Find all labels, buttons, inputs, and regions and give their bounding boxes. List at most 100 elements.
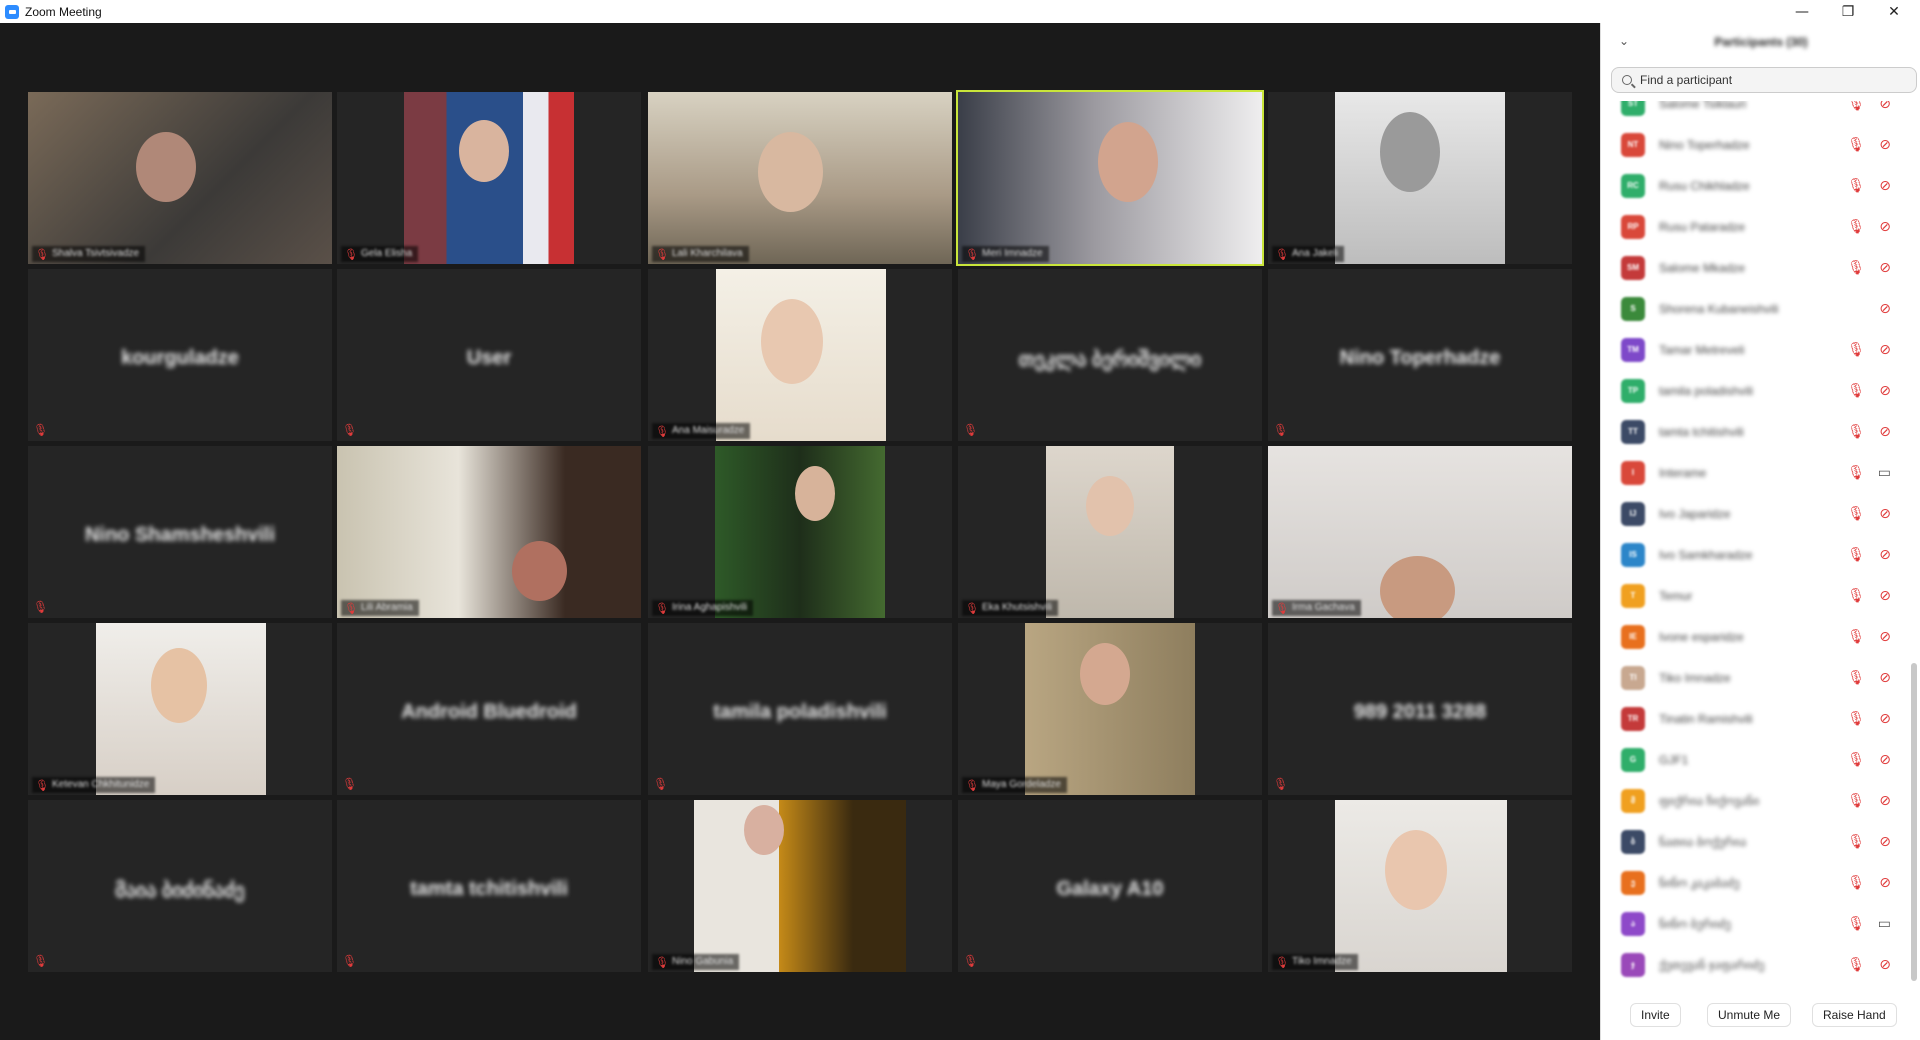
participant-row[interactable]: ბ ნათია ბოქერია 🎙 ⊘ [1601,821,1907,862]
video-tile[interactable]: Tiko Imnadze 🎙 [1268,800,1572,972]
camera-off-icon[interactable]: ⊘ [1879,670,1891,686]
camera-off-icon[interactable]: ⊘ [1879,178,1891,194]
video-tile[interactable]: Lali Kharchilava 🎙 [648,92,952,264]
invite-button[interactable]: Invite [1630,1003,1681,1027]
participant-row[interactable]: SM Salome Mkadze 🎙 ⊘ [1601,247,1907,288]
participant-row[interactable]: NT Nino Toperhadze 🎙 ⊘ [1601,124,1907,165]
camera-off-icon[interactable]: ⊘ [1879,547,1891,563]
video-tile[interactable]: Lili Abramia 🎙 [337,446,641,618]
maximize-button[interactable]: ❐ [1826,0,1870,23]
raise-hand-button[interactable]: Raise Hand [1812,1003,1897,1027]
participant-search[interactable] [1611,67,1917,93]
camera-off-icon[interactable]: ⊘ [1879,506,1891,522]
mic-muted-icon[interactable]: 🎙 [1847,506,1865,522]
camera-on-icon[interactable]: ▭ [1878,916,1891,932]
camera-off-icon[interactable]: ⊘ [1879,793,1891,809]
video-tile[interactable]: Nino Shamsheshvili 🎙 [28,446,332,618]
scrollbar[interactable] [1911,663,1917,981]
participant-row[interactable]: ე ნინო კაკაბაძე 🎙 ⊘ [1601,862,1907,903]
video-tile[interactable]: Eka Khutsishvili 🎙 [958,446,1262,618]
participant-row[interactable]: TI Tiko Imnadze 🎙 ⊘ [1601,657,1907,698]
video-tile[interactable]: Ketevan Chkhitunidze 🎙 [28,623,332,795]
mic-muted-icon[interactable]: 🎙 [1847,178,1865,194]
participant-row[interactable]: I Interame 🎙 ▭ [1601,452,1907,493]
camera-off-icon[interactable]: ⊘ [1879,219,1891,235]
video-tile[interactable]: Irma Gachava 🎙 [1268,446,1572,618]
participant-row[interactable]: ა ნინო ბერიძე 🎙 ▭ [1601,903,1907,944]
camera-off-icon[interactable]: ⊘ [1879,260,1891,276]
video-tile[interactable]: თეკლა ბერიშვილი 🎙 [958,269,1262,441]
camera-off-icon[interactable]: ⊘ [1879,342,1891,358]
video-tile[interactable]: Shalva Tsivtsivadze 🎙 [28,92,332,264]
participant-row[interactable]: IE Ivone esparidze 🎙 ⊘ [1601,616,1907,657]
mic-muted-icon[interactable]: 🎙 [1847,465,1865,481]
mic-muted-icon[interactable]: 🎙 [1847,547,1865,563]
video-tile[interactable]: tamila poladishvili 🎙 [648,623,952,795]
close-button[interactable]: ✕ [1872,0,1916,23]
camera-off-icon[interactable]: ⊘ [1879,957,1891,973]
participant-row[interactable]: TT tamta tchitishvili 🎙 ⊘ [1601,411,1907,452]
mic-muted-icon[interactable]: 🎙 [1847,670,1865,686]
camera-off-icon[interactable]: ⊘ [1879,383,1891,399]
mic-muted-icon[interactable]: 🎙 [1847,424,1865,440]
video-tile[interactable]: Nino Gabunia 🎙 [648,800,952,972]
search-input[interactable] [1640,73,1900,87]
participant-list-name: ნათია ბოქერია [1659,834,1747,849]
camera-on-icon[interactable]: ▭ [1878,465,1891,481]
video-tile[interactable]: kourguladze 🎙 [28,269,332,441]
mic-muted-icon[interactable]: 🎙 [1847,916,1865,932]
participant-row[interactable]: S Shorena Kubaneishvili ⊘ [1601,288,1907,329]
participant-row[interactable]: TR Tinatin Ramishvili 🎙 ⊘ [1601,698,1907,739]
camera-off-icon[interactable]: ⊘ [1879,137,1891,153]
camera-off-icon[interactable]: ⊘ [1879,424,1891,440]
participant-row[interactable]: ST Salome Tsiklauri 🎙 ⊘ [1601,101,1907,124]
mic-muted-icon[interactable]: 🎙 [1847,793,1865,809]
video-tile[interactable]: tamta tchitishvili 🎙 [337,800,641,972]
mic-muted-icon[interactable]: 🎙 [1847,260,1865,276]
video-tile[interactable]: Ana Jakeli 🎙 [1268,92,1572,264]
video-tile[interactable]: 989 2011 3288 🎙 [1268,623,1572,795]
minimize-button[interactable]: — [1780,0,1824,23]
camera-off-icon[interactable]: ⊘ [1879,588,1891,604]
participant-row[interactable]: მ ფიქრია ჩიქოვანი 🎙 ⊘ [1601,780,1907,821]
mic-muted-icon[interactable]: 🎙 [1847,752,1865,768]
mic-muted-icon[interactable]: 🎙 [1847,629,1865,645]
mic-muted-icon[interactable]: 🎙 [1847,875,1865,891]
video-tile[interactable]: Maya Gordeladze 🎙 [958,623,1262,795]
participant-row[interactable]: TM Tamar Metreveli 🎙 ⊘ [1601,329,1907,370]
unmute-me-button[interactable]: Unmute Me [1707,1003,1792,1027]
video-tile[interactable]: მაია ბიძინაძე 🎙 [28,800,332,972]
camera-off-icon[interactable]: ⊘ [1879,752,1891,768]
participant-row[interactable]: G GJF1 🎙 ⊘ [1601,739,1907,780]
mic-muted-icon[interactable]: 🎙 [1847,383,1865,399]
participant-row[interactable]: T Temur 🎙 ⊘ [1601,575,1907,616]
mic-muted-icon[interactable]: 🎙 [1847,834,1865,850]
participant-row[interactable]: IJ Ivo Japaridze 🎙 ⊘ [1601,493,1907,534]
mic-muted-icon[interactable]: 🎙 [1847,137,1865,153]
camera-off-icon[interactable]: ⊘ [1879,101,1891,112]
camera-off-icon[interactable]: ⊘ [1879,711,1891,727]
mic-muted-icon[interactable]: 🎙 [1847,219,1865,235]
camera-off-icon[interactable]: ⊘ [1879,834,1891,850]
video-tile[interactable]: Galaxy A10 🎙 [958,800,1262,972]
participant-row[interactable]: IS Ivo Samkharadze 🎙 ⊘ [1601,534,1907,575]
mic-muted-icon[interactable]: 🎙 [1847,588,1865,604]
participant-row[interactable]: RC Rusu Chikhladze 🎙 ⊘ [1601,165,1907,206]
participant-row[interactable]: RP Rusu Pataradze 🎙 ⊘ [1601,206,1907,247]
video-tile[interactable]: Meri Imnadze 🎙 [956,90,1264,266]
camera-off-icon[interactable]: ⊘ [1879,301,1891,317]
mic-muted-icon[interactable]: 🎙 [1847,101,1865,112]
participant-row[interactable]: TP tamila poladishvili 🎙 ⊘ [1601,370,1907,411]
participant-row[interactable]: ჯ ქეთევან ჯაფარიძე 🎙 ⊘ [1601,944,1907,985]
camera-off-icon[interactable]: ⊘ [1879,629,1891,645]
mic-muted-icon[interactable]: 🎙 [1847,342,1865,358]
mic-muted-icon[interactable]: 🎙 [1847,957,1865,973]
camera-off-icon[interactable]: ⊘ [1879,875,1891,891]
video-tile[interactable]: Android Bluedroid 🎙 [337,623,641,795]
video-tile[interactable]: Gela Elisha 🎙 [337,92,641,264]
mic-muted-icon[interactable]: 🎙 [1847,711,1865,727]
video-tile[interactable]: Nino Toperhadze 🎙 [1268,269,1572,441]
video-tile[interactable]: Irina Aghapishvili 🎙 [648,446,952,618]
video-tile[interactable]: Ana Maisuradze 🎙 [648,269,952,441]
video-tile[interactable]: User 🎙 [337,269,641,441]
